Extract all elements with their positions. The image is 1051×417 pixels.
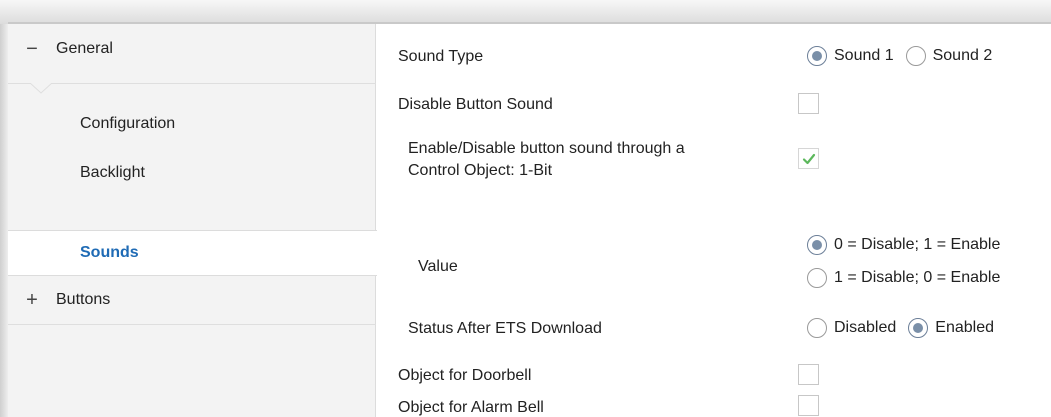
sidebar-item-backlight[interactable]: Backlight [8, 151, 376, 195]
collapse-icon[interactable]: − [8, 38, 56, 61]
nav-group-general[interactable]: − General [8, 24, 376, 74]
sound-type-radio-group: Sound 1 Sound 2 [807, 46, 1004, 66]
enabled-radio[interactable] [908, 318, 929, 338]
divider [8, 83, 376, 84]
tree-pointer-icon [30, 83, 52, 94]
parameter-panel: Sound Type Sound 1 Sound 2 Disable Butto… [377, 24, 1051, 417]
value-radio-option-0: 0 = Disable; 1 = Enable [807, 235, 1012, 255]
disabled-radio[interactable] [807, 318, 827, 338]
value-radio-0[interactable] [807, 235, 827, 255]
value-label: Value [418, 258, 458, 275]
sound2-radio[interactable] [905, 46, 926, 66]
radio-label[interactable]: Enabled [935, 319, 994, 337]
value-radio-1[interactable] [807, 268, 827, 288]
enable-disable-object-label: Enable/Disable button sound through a Co… [408, 138, 685, 182]
sidebar-item-label: Configuration [80, 115, 176, 132]
object-doorbell-checkbox[interactable] [798, 364, 819, 385]
sidebar-nav: − General Configuration Backlight Sounds… [8, 24, 378, 417]
sidebar-item-label: Sounds [80, 244, 139, 261]
sidebar-item-configuration[interactable]: Configuration [8, 102, 376, 146]
radio-label[interactable]: 1 = Disable; 0 = Enable [834, 269, 1000, 287]
nav-group-label: Buttons [56, 291, 111, 308]
disable-button-sound-checkbox[interactable] [798, 93, 819, 114]
value-radio-option-1: 1 = Disable; 0 = Enable [807, 268, 1012, 288]
checkmark-icon [802, 153, 815, 164]
sidebar-item-sounds[interactable]: Sounds [8, 230, 378, 276]
object-alarm-bell-label: Object for Alarm Bell [398, 399, 544, 416]
status-after-download-label: Status After ETS Download [408, 320, 602, 337]
radio-label[interactable]: Disabled [834, 319, 896, 337]
nav-group-buttons[interactable]: + Buttons [8, 276, 376, 324]
sound-type-label: Sound Type [398, 48, 484, 65]
object-alarm-bell-checkbox[interactable] [798, 395, 819, 416]
status-after-download-radio-group: Disabled Enabled [807, 318, 1006, 338]
sound1-radio[interactable] [807, 46, 827, 66]
nav-group-label: General [56, 40, 113, 57]
sidebar-item-label: Backlight [80, 164, 145, 181]
radio-label[interactable]: Sound 1 [834, 47, 894, 65]
disable-button-sound-label: Disable Button Sound [398, 96, 553, 113]
divider [8, 324, 376, 325]
expand-icon[interactable]: + [8, 289, 56, 312]
object-doorbell-label: Object for Doorbell [398, 367, 532, 384]
label-line: Enable/Disable button sound through a [408, 140, 685, 157]
label-line: Control Object: 1-Bit [408, 162, 553, 179]
radio-label[interactable]: Sound 2 [933, 47, 993, 65]
window-top-edge [0, 0, 1051, 24]
radio-label[interactable]: 0 = Disable; 1 = Enable [834, 236, 1000, 254]
enable-disable-object-checkbox[interactable] [798, 148, 819, 169]
window-left-edge [0, 24, 8, 417]
